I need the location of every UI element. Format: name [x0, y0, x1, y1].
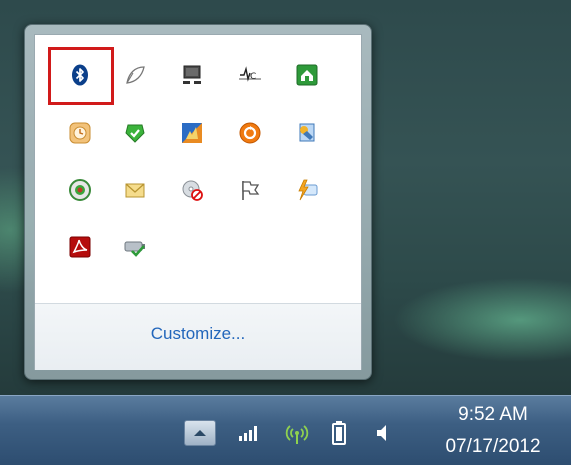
customize-link[interactable]: Customize... [35, 324, 361, 344]
battery-icon[interactable] [326, 420, 352, 446]
disc-blocked-icon[interactable] [178, 176, 206, 204]
system-clock[interactable]: 9:52 AM 07/17/2012 [418, 402, 568, 462]
green-house-icon[interactable] [293, 61, 321, 89]
wireless-antenna-icon[interactable] [284, 420, 310, 446]
volume-speaker-icon[interactable] [370, 420, 396, 446]
green-check-shield-icon[interactable] [121, 119, 149, 147]
hidden-icons-grid: C [35, 35, 361, 303]
show-hidden-icons-button[interactable] [184, 420, 216, 446]
envelope-icon[interactable] [121, 176, 149, 204]
clock-app-icon[interactable] [66, 119, 94, 147]
network-computer-icon[interactable] [178, 61, 206, 89]
safely-remove-hardware-icon[interactable] [121, 233, 149, 261]
network-signal-icon[interactable] [236, 420, 262, 446]
vc-signal-icon[interactable]: C [236, 61, 264, 89]
taskbar: 9:52 AM 07/17/2012 [0, 395, 571, 465]
orange-refresh-icon[interactable] [236, 119, 264, 147]
svg-text:C: C [250, 72, 256, 82]
popup-footer: Customize... [35, 303, 361, 370]
chevron-up-icon [194, 430, 206, 436]
green-circle-app-icon[interactable] [66, 176, 94, 204]
clock-date: 07/17/2012 [445, 436, 541, 457]
clock-time: 9:52 AM [458, 404, 528, 425]
leaf-shape-icon[interactable] [121, 61, 149, 89]
blue-wizard-icon[interactable] [293, 119, 321, 147]
lightning-chat-icon[interactable] [293, 176, 321, 204]
white-flag-icon[interactable] [236, 176, 264, 204]
colorful-hand-icon[interactable] [178, 119, 206, 147]
bluetooth-highlight-box [48, 47, 114, 105]
notification-area-overflow-popup: C Customize... [24, 24, 372, 380]
acrobat-pdf-icon[interactable] [66, 233, 94, 261]
popup-panel: C Customize... [34, 34, 362, 370]
